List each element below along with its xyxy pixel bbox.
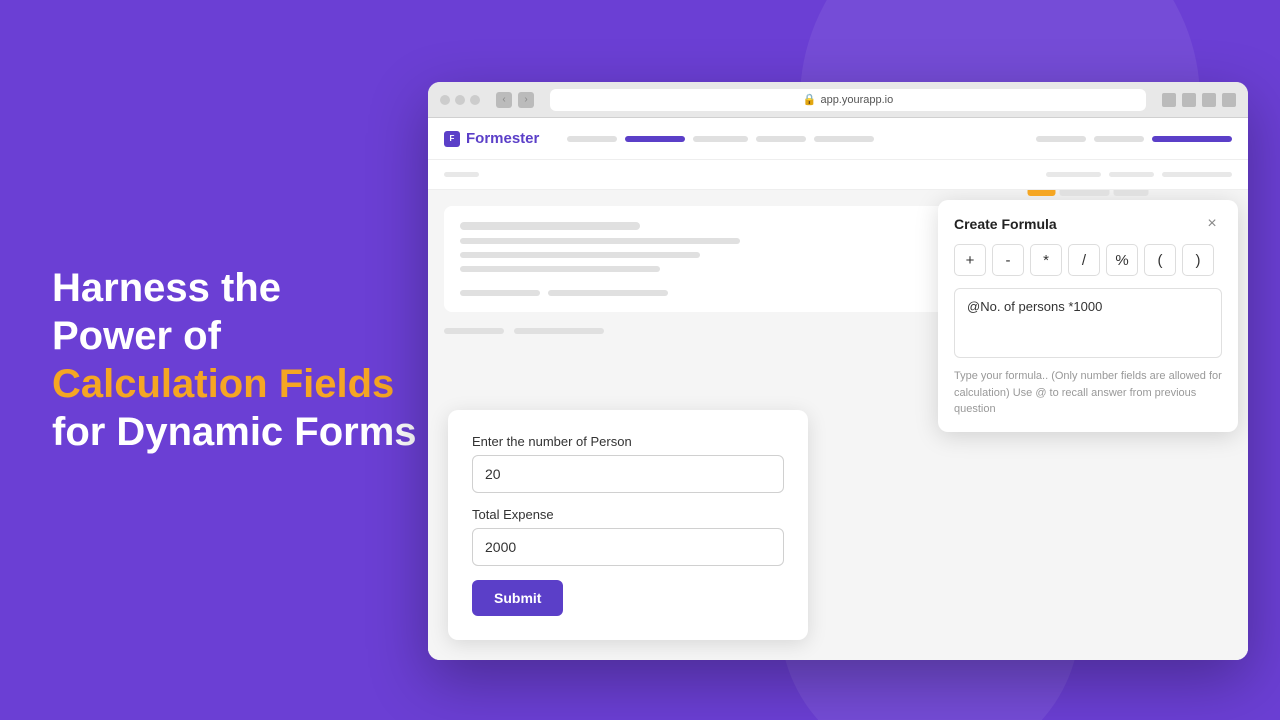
skeleton-5 [460,290,540,296]
sub-pill-1 [444,172,479,177]
field2-label: Total Expense [472,507,784,522]
top-indicator [1028,190,1149,196]
right-pill-1 [1036,136,1086,142]
op-close-paren[interactable]: ) [1182,244,1214,276]
browser-actions-right [1162,93,1236,107]
nav-pill-5 [814,136,874,142]
formula-input-area[interactable]: @No. of persons *1000 [954,288,1222,358]
field1-label: Enter the number of Person [472,434,784,449]
indicator-orange [1028,190,1056,196]
nav-pill-active [625,136,685,142]
submit-button[interactable]: Submit [472,580,563,616]
formula-panel-header: Create Formula × [938,200,1238,244]
skeleton-4 [460,266,660,272]
sub-pill-4 [1162,172,1232,177]
browser-content: F Formester [428,118,1248,660]
op-open-paren[interactable]: ( [1144,244,1176,276]
app-name: Formester [466,130,539,147]
header-right [1036,136,1232,142]
nav-pill-4 [756,136,806,142]
address-bar[interactable]: 🔒 app.yourapp.io [550,89,1146,111]
indicator-gray-1 [1060,190,1110,196]
browser-chrome: ‹ › 🔒 app.yourapp.io [428,82,1248,118]
dot-green [470,95,480,105]
formula-panel: Create Formula × + - * / % ( ) @No. of p… [938,200,1238,432]
hero-line1: Harness the [52,266,281,310]
skeleton-7 [444,328,504,334]
op-multiply[interactable]: * [1030,244,1062,276]
field1-input[interactable] [472,455,784,493]
sub-pill-2 [1046,172,1101,177]
hero-line3: for Dynamic Forms [52,410,417,454]
browser-dots [440,95,480,105]
skeleton-1 [460,222,640,230]
right-pill-active [1152,136,1232,142]
share-icon[interactable] [1182,93,1196,107]
hero-highlight: Calculation Fields [52,362,394,406]
lock-icon: 🔒 [803,93,817,106]
skeleton-3 [460,252,700,258]
dot-yellow [455,95,465,105]
app-logo: F Formester [444,130,539,147]
op-minus[interactable]: - [992,244,1024,276]
main-content: Enter the number of Person Total Expense… [428,190,1248,660]
app-header: F Formester [428,118,1248,160]
nav-back[interactable]: ‹ [496,92,512,108]
browser-nav: ‹ › [496,92,534,108]
skeleton-8 [514,328,604,334]
indicator-gray-2 [1114,190,1149,196]
nav-pill-1 [567,136,617,142]
op-percent[interactable]: % [1106,244,1138,276]
app-subheader [428,160,1248,190]
formula-hint: Type your formula.. (Only number fields … [938,358,1238,432]
new-tab-icon[interactable] [1202,93,1216,107]
nav-pill-3 [693,136,748,142]
op-divide[interactable]: / [1068,244,1100,276]
op-plus[interactable]: + [954,244,986,276]
form-area: Enter the number of Person Total Expense… [428,190,1248,660]
logo-icon: F [444,131,460,147]
skeleton-2 [460,238,740,244]
hero-text: Harness the Power of Calculation Fields … [52,264,432,456]
browser-window: ‹ › 🔒 app.yourapp.io F Formester [428,82,1248,660]
operator-row: + - * / % ( ) [938,244,1238,288]
dot-red [440,95,450,105]
nav-forward[interactable]: › [518,92,534,108]
refresh-icon[interactable] [1162,93,1176,107]
sub-pill-3 [1109,172,1154,177]
formula-title: Create Formula [954,216,1057,232]
menu-icon[interactable] [1222,93,1236,107]
close-button[interactable]: × [1202,214,1222,234]
url-text: app.yourapp.io [820,94,893,106]
header-nav [567,136,1024,142]
hero-line2: Power of [52,314,221,358]
hero-section: Harness the Power of Calculation Fields … [52,264,432,456]
formula-value: @No. of persons *1000 [967,299,1102,314]
skeleton-6 [548,290,668,296]
form-card: Enter the number of Person Total Expense… [448,410,808,640]
right-pill-2 [1094,136,1144,142]
field2-input[interactable] [472,528,784,566]
